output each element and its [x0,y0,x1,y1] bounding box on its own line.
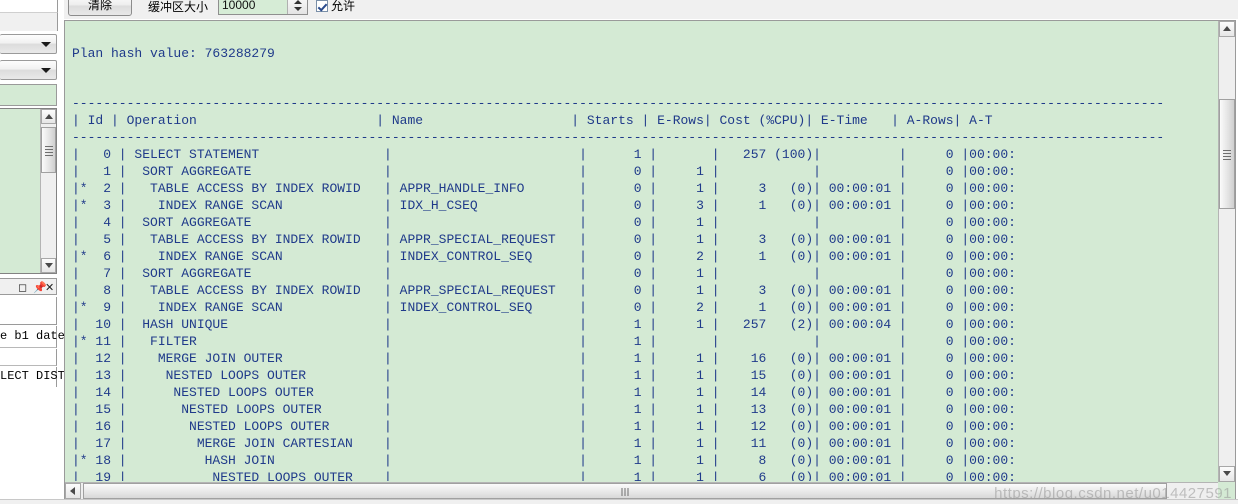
plan-hash-value: Plan hash value: 763288279 [72,46,275,61]
left-list-vertical-scrollbar[interactable] [40,109,56,273]
spinner-up-icon[interactable] [294,0,302,4]
left-green-bar [0,84,57,106]
scroll-up-arrow-icon[interactable] [1219,21,1235,37]
sql-fragment-2: LECT DISTI [0,369,73,383]
buffer-size-input[interactable]: 10000 [219,0,287,14]
scroll-left-arrow-icon[interactable] [65,483,81,499]
pane-vertical-scrollbar[interactable] [1218,21,1235,482]
left-panel-grey-band [0,13,58,31]
execution-plan-table: ----------------------------------------… [72,96,1165,481]
left-panel-window-controls: ◻ 📌 ✕ [0,278,57,295]
left-list-scroll-thumb[interactable] [41,127,56,173]
pane-scroll-thumb-vertical[interactable] [1219,99,1235,209]
left-result-list[interactable]: es [0,108,57,274]
left-panel-divider [0,349,57,366]
buffer-size-label: 缓冲区大小 [148,0,209,14]
output-toolbar: 清除 缓冲区大小 10000 允许 [64,0,1238,19]
left-sql-fragment-row-2: LECT DISTI [0,367,72,387]
execution-plan-pane: Plan hash value: 763288279 -------------… [64,20,1236,500]
scroll-down-arrow-icon[interactable] [41,258,56,273]
spinner-arrows[interactable] [287,0,307,14]
left-sql-fragment-row-1: e b1 date; [0,326,72,348]
close-icon[interactable]: ✕ [45,282,54,293]
left-panel-top-blank [0,0,58,13]
allow-checkbox[interactable]: 允许 [316,0,355,14]
left-side-panel: es ◻ 📌 ✕ e b1 date; LECT DISTI [0,0,72,504]
chevron-down-icon [41,68,51,73]
checkbox-checked-icon[interactable] [316,0,328,12]
window-bottom-edge [0,499,1238,504]
app-window: es ◻ 📌 ✕ e b1 date; LECT DISTI [0,0,1238,504]
restore-icon[interactable]: ◻ [18,282,27,293]
scroll-down-arrow-icon[interactable] [1219,466,1235,482]
left-panel-blank-area [0,297,57,325]
execution-plan-viewport[interactable]: Plan hash value: 763288279 -------------… [67,23,1217,481]
chevron-down-icon [41,42,51,47]
left-combobox-2[interactable] [0,60,57,80]
sql-fragment-1: e b1 date; [0,329,73,343]
buffer-size-spinner[interactable]: 10000 [218,0,308,15]
left-combobox-1[interactable] [0,34,57,54]
allow-checkbox-label: 允许 [331,0,356,13]
spinner-down-icon[interactable] [294,7,302,11]
scroll-up-arrow-icon[interactable] [41,109,56,124]
clear-button[interactable]: 清除 [68,0,132,16]
